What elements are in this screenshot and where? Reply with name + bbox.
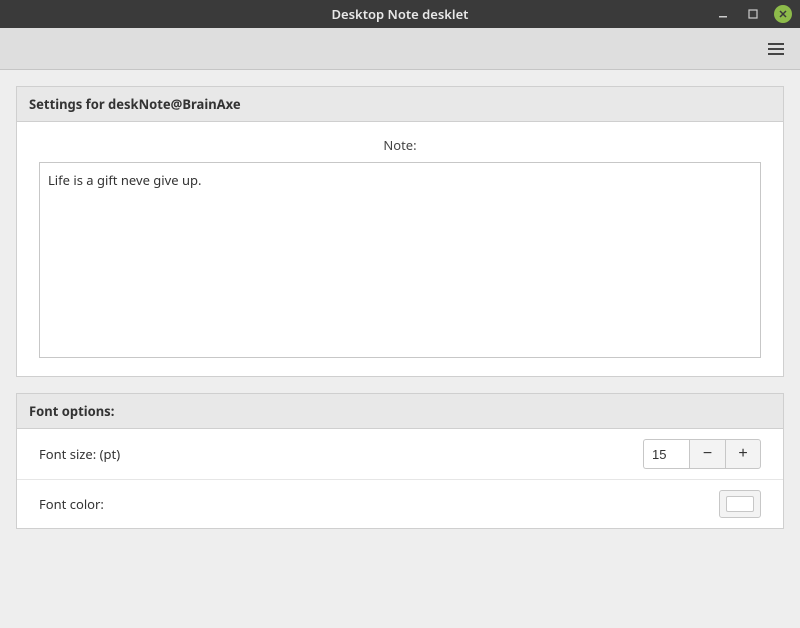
maximize-button[interactable]	[744, 5, 762, 23]
window-controls	[714, 0, 792, 28]
titlebar: Desktop Note desklet	[0, 0, 800, 28]
font-size-row: Font size: (pt) − +	[17, 429, 783, 479]
minimize-icon	[718, 9, 728, 19]
font-size-decrease-button[interactable]: −	[689, 439, 725, 469]
font-size-increase-button[interactable]: +	[725, 439, 761, 469]
close-icon	[778, 9, 788, 19]
plus-icon: +	[738, 445, 747, 463]
settings-panel-header: Settings for deskNote@BrainAxe	[17, 87, 783, 122]
minimize-button[interactable]	[714, 5, 732, 23]
note-textarea[interactable]	[39, 162, 761, 358]
maximize-icon	[748, 9, 758, 19]
window-title: Desktop Note desklet	[332, 5, 469, 23]
font-size-spinner: − +	[643, 439, 761, 469]
settings-panel: Settings for deskNote@BrainAxe Note:	[16, 86, 784, 377]
note-label: Note:	[39, 136, 761, 154]
font-size-input[interactable]	[643, 439, 689, 469]
menu-button[interactable]	[764, 37, 788, 61]
font-color-label: Font color:	[39, 495, 104, 513]
content-area: Settings for deskNote@BrainAxe Note: Fon…	[0, 70, 800, 561]
settings-panel-body: Note:	[17, 122, 783, 376]
font-size-label: Font size: (pt)	[39, 445, 120, 463]
hamburger-icon	[768, 42, 784, 56]
toolbar	[0, 28, 800, 70]
close-button[interactable]	[774, 5, 792, 23]
minus-icon: −	[703, 445, 712, 463]
font-options-panel: Font options: Font size: (pt) − + Font c…	[16, 393, 784, 529]
font-color-row: Font color:	[17, 479, 783, 528]
font-color-swatch	[726, 496, 754, 512]
font-options-header: Font options:	[17, 394, 783, 429]
font-color-button[interactable]	[719, 490, 761, 518]
